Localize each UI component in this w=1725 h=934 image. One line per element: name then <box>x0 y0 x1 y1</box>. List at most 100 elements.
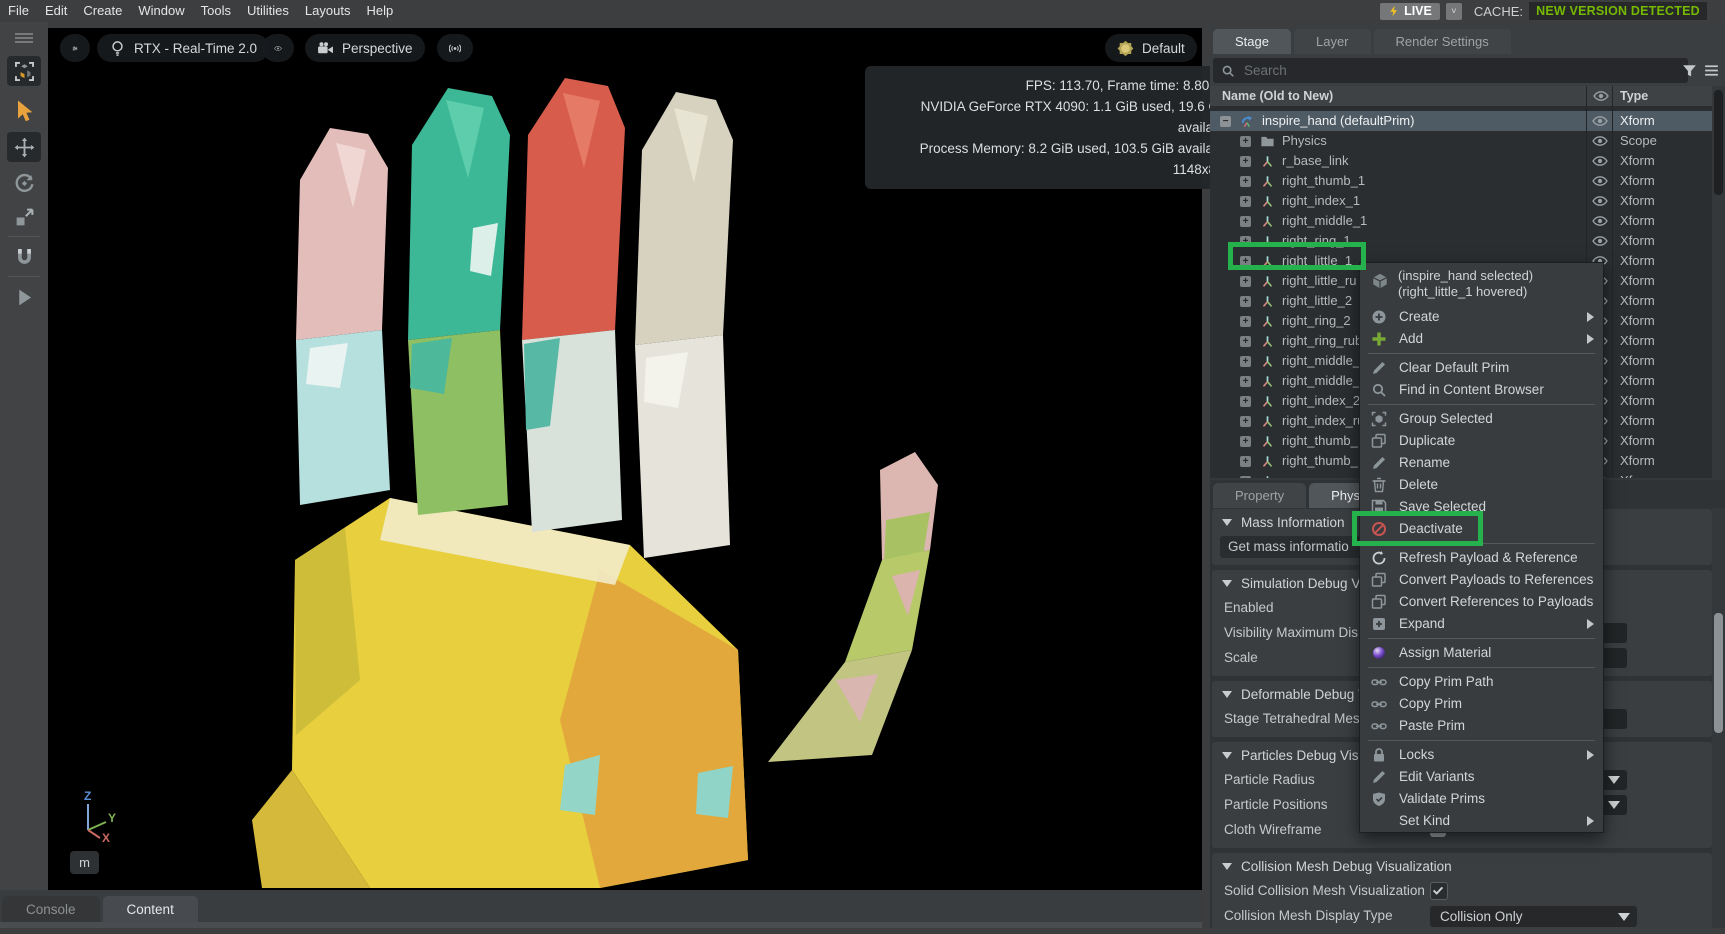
expand-expander[interactable]: + <box>1240 276 1251 287</box>
camera-selector[interactable]: Perspective <box>305 34 425 62</box>
live-button[interactable]: LIVE <box>1380 3 1440 20</box>
menu-item-copy-prim-path[interactable]: Copy Prim Path <box>1360 671 1603 693</box>
snap-tool-button[interactable] <box>7 242 41 272</box>
collapse-expander[interactable]: − <box>1220 116 1231 127</box>
menu-item-save-selected[interactable]: Save Selected <box>1360 496 1603 518</box>
selection-mode-button[interactable] <box>7 56 41 86</box>
menu-help[interactable]: Help <box>358 3 401 18</box>
tree-row-right_thumb_1[interactable]: +right_thumb_1Xform <box>1210 171 1712 191</box>
visibility-eye-icon[interactable] <box>1592 155 1608 167</box>
select-collision-mesh-display-type[interactable]: Collision Only <box>1430 906 1637 927</box>
tree-row-inspire_hand-defaultPrim-[interactable]: −inspire_hand (defaultPrim)Xform <box>1210 111 1712 131</box>
options-hamburger-icon[interactable] <box>1703 62 1720 79</box>
renderer-label: RTX - Real-Time 2.0 <box>134 41 257 56</box>
tab-layer[interactable]: Layer <box>1294 29 1371 54</box>
menu-item-convert-references-to-payloads[interactable]: Convert References to Payloads <box>1360 591 1603 613</box>
viewport-3d[interactable]: RTX - Real-Time 2.0 Perspective Default … <box>48 28 1202 890</box>
tree-row-type: Xform <box>1620 373 1655 388</box>
tab-console[interactable]: Console <box>2 896 100 922</box>
property-scrollbar[interactable] <box>1712 508 1725 928</box>
expand-expander[interactable]: + <box>1240 236 1251 247</box>
property-row-collision-mesh-display-type: Collision Mesh Display TypeCollision Onl… <box>1212 904 1712 929</box>
menu-file[interactable]: File <box>0 3 37 18</box>
stage-scrollbar[interactable] <box>1712 86 1725 478</box>
live-dropdown-chevron[interactable]: ˅ <box>1446 3 1462 20</box>
select-tool-button[interactable] <box>7 96 41 126</box>
menu-edit[interactable]: Edit <box>37 3 75 18</box>
expand-expander[interactable]: + <box>1240 176 1251 187</box>
visibility-eye-icon[interactable] <box>1592 235 1608 247</box>
menu-item-clear-default-prim[interactable]: Clear Default Prim <box>1360 357 1603 379</box>
tree-row-right_middle_1[interactable]: +right_middle_1Xform <box>1210 211 1712 231</box>
expand-expander[interactable]: + <box>1240 316 1251 327</box>
section-header[interactable]: Collision Mesh Debug Visualization <box>1212 853 1712 879</box>
menu-item-set-kind[interactable]: Set Kind <box>1360 810 1603 832</box>
move-tool-button[interactable] <box>7 132 41 162</box>
waypoint-button[interactable] <box>437 34 473 62</box>
search-box[interactable] <box>1213 58 1688 83</box>
menu-utilities[interactable]: Utilities <box>239 3 297 18</box>
menu-item-edit-variants[interactable]: Edit Variants <box>1360 766 1603 788</box>
visibility-eye-icon[interactable] <box>1592 135 1608 147</box>
play-button[interactable] <box>7 282 41 312</box>
menu-item-group-selected[interactable]: Group Selected <box>1360 408 1603 430</box>
menu-item-find-in-content-browser[interactable]: Find in Content Browser <box>1360 379 1603 401</box>
expand-expander[interactable]: + <box>1240 436 1251 447</box>
viewport-settings-button[interactable] <box>60 34 90 62</box>
menu-layouts[interactable]: Layouts <box>297 3 359 18</box>
expand-expander[interactable]: + <box>1240 356 1251 367</box>
menu-item-rename[interactable]: Rename <box>1360 452 1603 474</box>
menu-window[interactable]: Window <box>130 3 192 18</box>
visibility-button[interactable] <box>262 34 294 62</box>
menu-item-add[interactable]: Add <box>1360 328 1603 350</box>
menu-item-paste-prim[interactable]: Paste Prim <box>1360 715 1603 737</box>
tab-render-settings[interactable]: Render Settings <box>1374 29 1511 54</box>
version-banner[interactable]: NEW VERSION DETECTED <box>1529 2 1707 20</box>
menu-item-create[interactable]: Create <box>1360 306 1603 328</box>
expand-expander[interactable]: + <box>1240 456 1251 467</box>
expand-expander[interactable]: + <box>1240 156 1251 167</box>
expand-expander[interactable]: + <box>1240 136 1251 147</box>
expand-expander[interactable]: + <box>1240 196 1251 207</box>
rotate-tool-button[interactable] <box>7 168 41 198</box>
tree-row-Physics[interactable]: +PhysicsScope <box>1210 131 1712 151</box>
filter-icon[interactable] <box>1681 62 1698 79</box>
tree-column-header[interactable]: Name (Old to New) Type <box>1210 86 1725 106</box>
tree-row-right_ring_1[interactable]: +right_ring_1Xform <box>1210 231 1712 251</box>
menu-item-locks[interactable]: Locks <box>1360 744 1603 766</box>
expand-expander[interactable]: + <box>1240 256 1251 267</box>
scale-tool-button[interactable] <box>7 202 41 232</box>
visibility-eye-icon[interactable] <box>1592 195 1608 207</box>
tab-property[interactable]: Property <box>1213 483 1306 508</box>
menu-item-delete[interactable]: Delete <box>1360 474 1603 496</box>
menu-item-assign-material[interactable]: Assign Material <box>1360 642 1603 664</box>
menu-item-deactivate[interactable]: Deactivate <box>1360 518 1603 540</box>
menu-item-copy-prim[interactable]: Copy Prim <box>1360 693 1603 715</box>
expand-expander[interactable]: + <box>1240 336 1251 347</box>
menu-tools[interactable]: Tools <box>193 3 239 18</box>
renderer-selector[interactable]: RTX - Real-Time 2.0 <box>97 34 269 62</box>
expand-expander[interactable]: + <box>1240 476 1251 479</box>
menu-item-convert-payloads-to-references[interactable]: Convert Payloads to References <box>1360 569 1603 591</box>
menu-item-refresh-payload-reference[interactable]: Refresh Payload & Reference <box>1360 547 1603 569</box>
expand-expander[interactable]: + <box>1240 296 1251 307</box>
expand-expander[interactable]: + <box>1240 376 1251 387</box>
lighting-preset-selector[interactable]: Default <box>1105 34 1197 62</box>
tab-stage[interactable]: Stage <box>1213 29 1291 54</box>
visibility-eye-icon[interactable] <box>1592 175 1608 187</box>
tree-row-r_base_link[interactable]: +r_base_linkXform <box>1210 151 1712 171</box>
visibility-eye-icon[interactable] <box>1592 215 1608 227</box>
pencil-icon <box>1371 769 1387 785</box>
menu-item-duplicate[interactable]: Duplicate <box>1360 430 1603 452</box>
tab-content[interactable]: Content <box>103 896 198 922</box>
expand-expander[interactable]: + <box>1240 396 1251 407</box>
expand-expander[interactable]: + <box>1240 216 1251 227</box>
menu-item-validate-prims[interactable]: Validate Prims <box>1360 788 1603 810</box>
menu-create[interactable]: Create <box>75 3 130 18</box>
visibility-eye-icon[interactable] <box>1592 115 1608 127</box>
search-input[interactable] <box>1242 62 1646 79</box>
expand-expander[interactable]: + <box>1240 416 1251 427</box>
tree-row-right_index_1[interactable]: +right_index_1Xform <box>1210 191 1712 211</box>
menu-item-expand[interactable]: Expand <box>1360 613 1603 635</box>
checkbox-solid-collision-mesh-visualization[interactable] <box>1430 882 1448 900</box>
